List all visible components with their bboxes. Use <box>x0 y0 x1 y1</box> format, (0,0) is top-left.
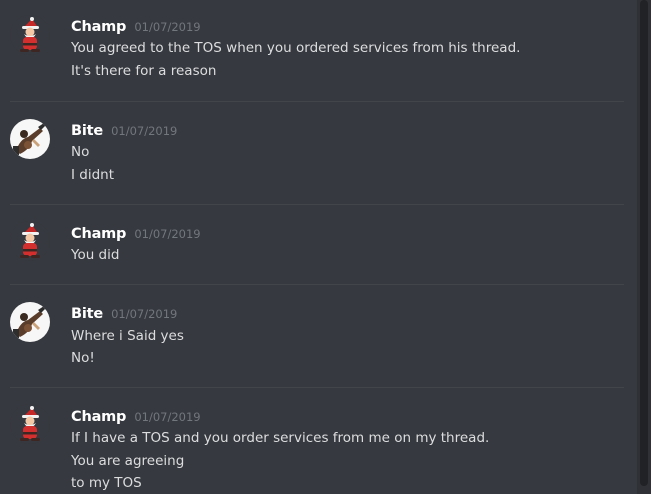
timestamp: 01/07/2019 <box>134 20 201 34</box>
message-divider <box>10 387 624 388</box>
message-header: Bite 01/07/2019 <box>71 120 177 141</box>
message-text: No! <box>71 350 95 366</box>
guitarist-icon <box>10 119 50 159</box>
message-text: You agreed to the TOS when you ordered s… <box>71 40 521 56</box>
username[interactable]: Champ <box>71 19 126 35</box>
message-text: If I have a TOS and you order services f… <box>71 430 490 446</box>
message-divider <box>10 284 624 285</box>
avatar[interactable] <box>10 15 50 55</box>
message-text: You are agreeing <box>71 453 185 469</box>
message-header: Bite 01/07/2019 <box>71 303 177 324</box>
message-text: I didnt <box>71 167 115 183</box>
timestamp: 01/07/2019 <box>134 410 201 424</box>
message-header: Champ 01/07/2019 <box>71 16 201 37</box>
message-text: to my TOS <box>71 475 142 491</box>
chat-message-list: Champ 01/07/2019 You agreed to the TOS w… <box>0 0 651 494</box>
message-header: Champ 01/07/2019 <box>71 406 201 427</box>
avatar[interactable] <box>10 302 50 342</box>
username[interactable]: Champ <box>71 409 126 425</box>
message-text: It's there for a reason <box>71 63 217 79</box>
timestamp: 01/07/2019 <box>111 124 178 138</box>
username[interactable]: Champ <box>71 226 126 242</box>
avatar[interactable] <box>10 119 50 159</box>
santa-icon <box>10 221 50 261</box>
message-text: Where i Said yes <box>71 328 184 344</box>
avatar[interactable] <box>10 221 50 261</box>
avatar[interactable] <box>10 404 50 444</box>
username[interactable]: Bite <box>71 123 103 139</box>
santa-icon <box>10 15 50 55</box>
message-divider <box>10 204 624 205</box>
message-text: You did <box>71 247 120 263</box>
message-header: Champ 01/07/2019 <box>71 223 201 244</box>
username[interactable]: Bite <box>71 306 103 322</box>
timestamp: 01/07/2019 <box>134 227 201 241</box>
message-text: No <box>71 144 90 160</box>
guitarist-icon <box>10 302 50 342</box>
scrollbar-thumb[interactable] <box>640 0 648 486</box>
santa-icon <box>10 404 50 444</box>
scrollbar-track[interactable] <box>637 0 651 494</box>
message-divider <box>10 101 624 102</box>
timestamp: 01/07/2019 <box>111 307 178 321</box>
